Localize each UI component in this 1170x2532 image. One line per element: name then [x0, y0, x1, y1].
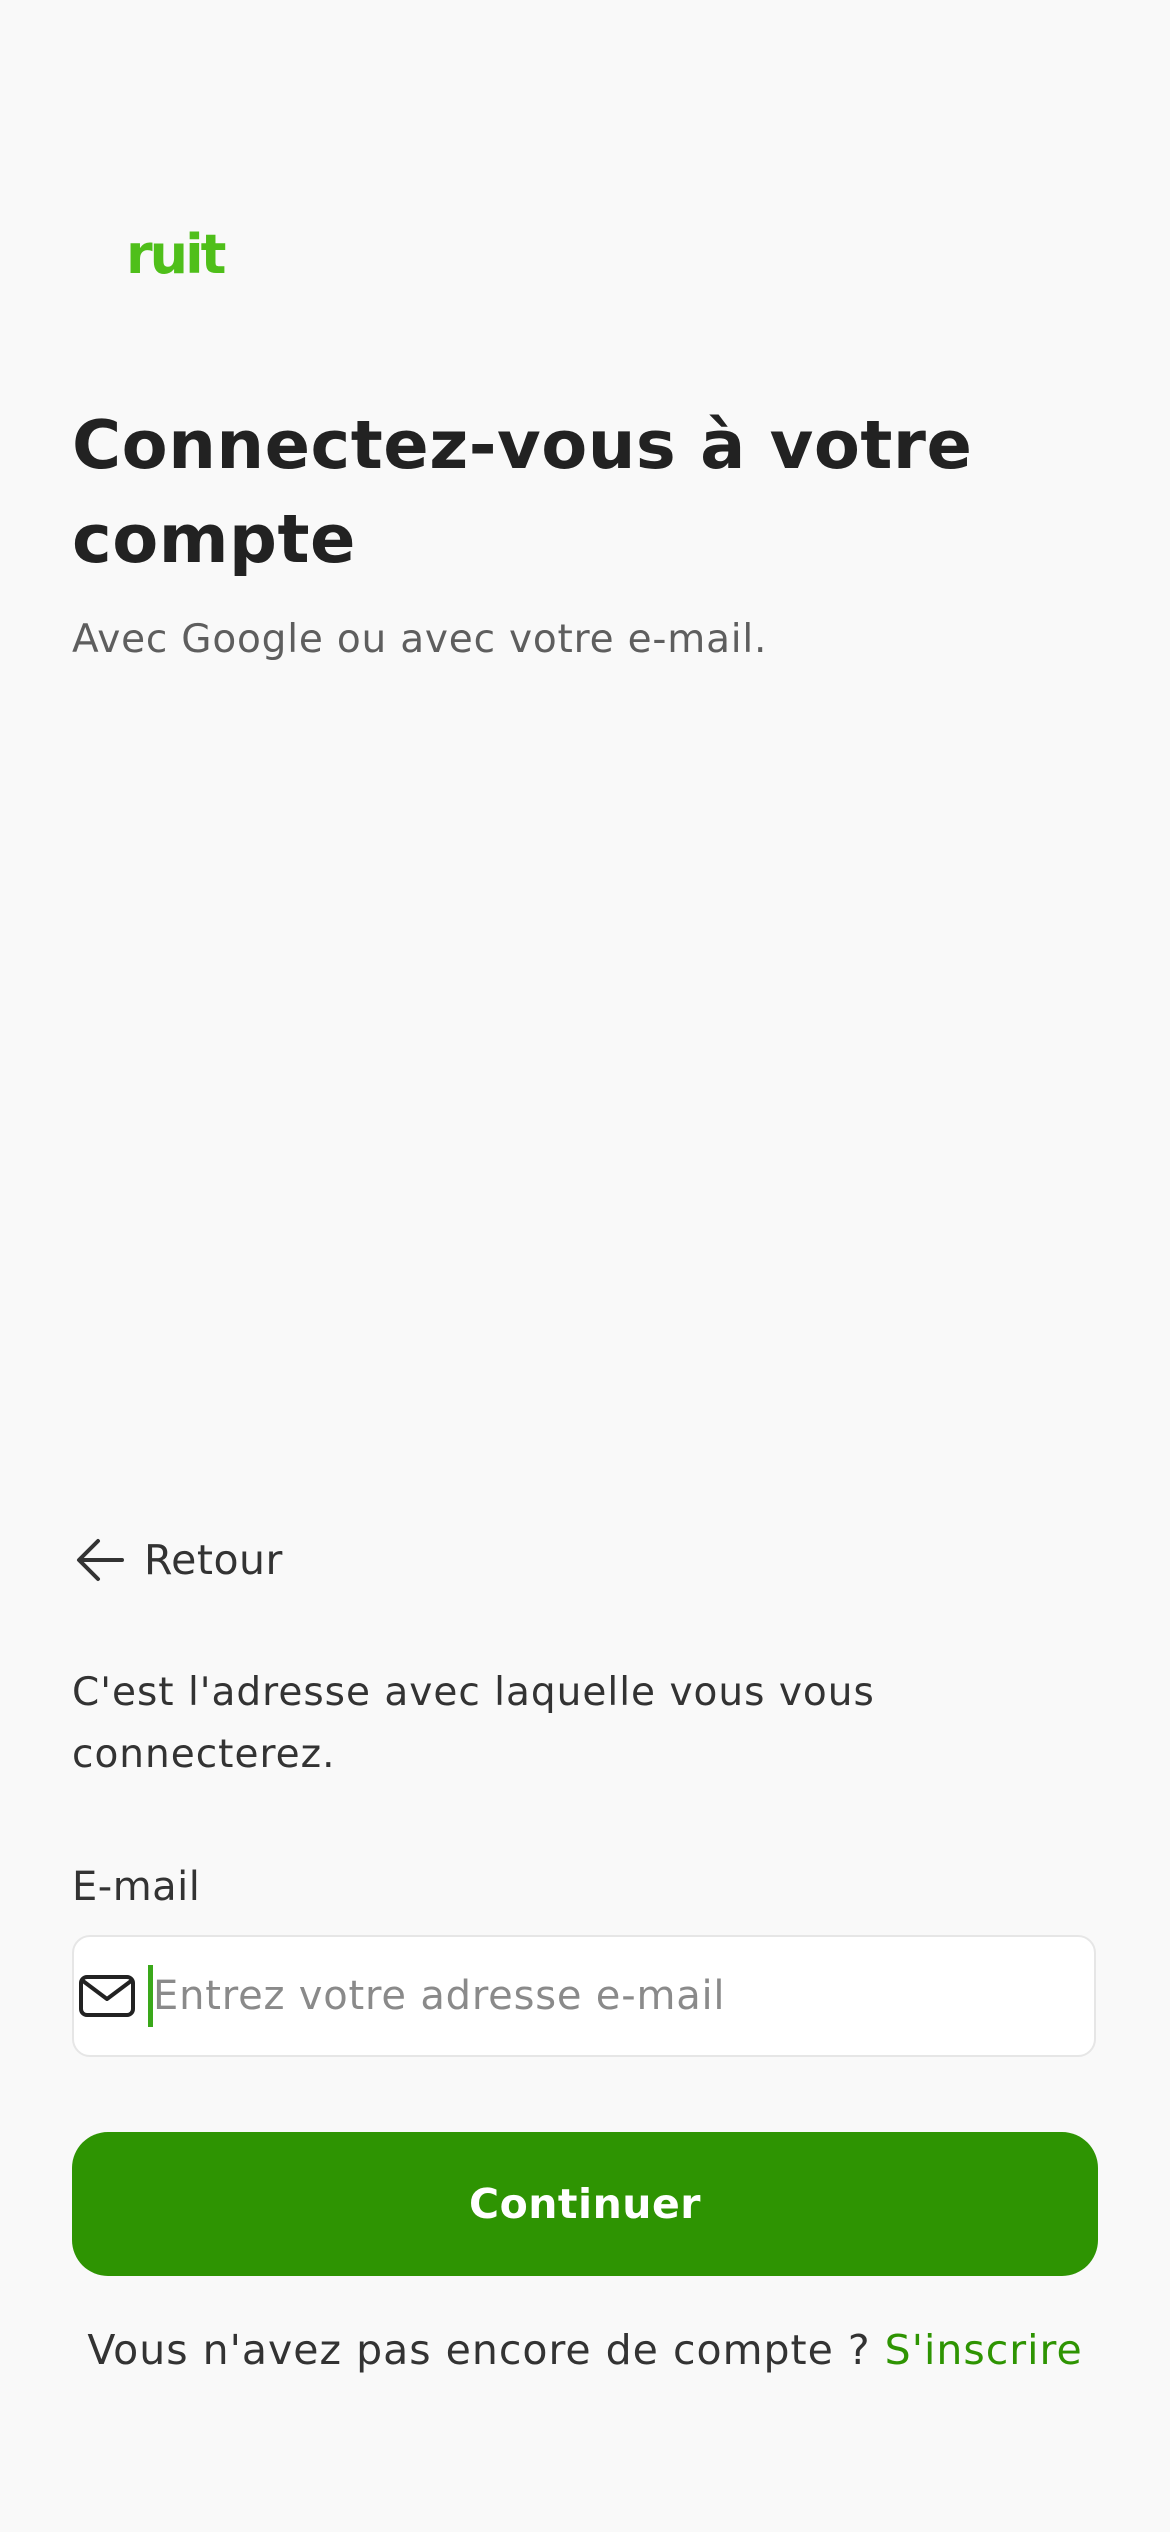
- app-logo: ruit: [126, 223, 226, 286]
- signup-prompt: Vous n'avez pas encore de compte ? S'ins…: [0, 2326, 1170, 2374]
- page-subtitle: Avec Google ou avec votre e-mail.: [72, 617, 768, 662]
- page-title: Connectez-vous à votre compte: [72, 406, 973, 578]
- back-button[interactable]: Retour: [72, 1528, 283, 1592]
- continue-button[interactable]: Continuer: [72, 2132, 1098, 2276]
- signup-prompt-text: Vous n'avez pas encore de compte ?: [87, 2326, 871, 2374]
- arrow-left-icon: [72, 1532, 128, 1588]
- email-field[interactable]: [72, 1935, 1096, 2057]
- email-input[interactable]: [153, 1973, 1033, 2019]
- signup-link[interactable]: S'inscrire: [885, 2326, 1083, 2374]
- back-label: Retour: [144, 1536, 283, 1584]
- email-label: E-mail: [72, 1864, 201, 1910]
- mail-icon: [78, 1974, 136, 2018]
- email-helper-text: C'est l'adresse avec laquelle vous vous …: [72, 1670, 875, 1777]
